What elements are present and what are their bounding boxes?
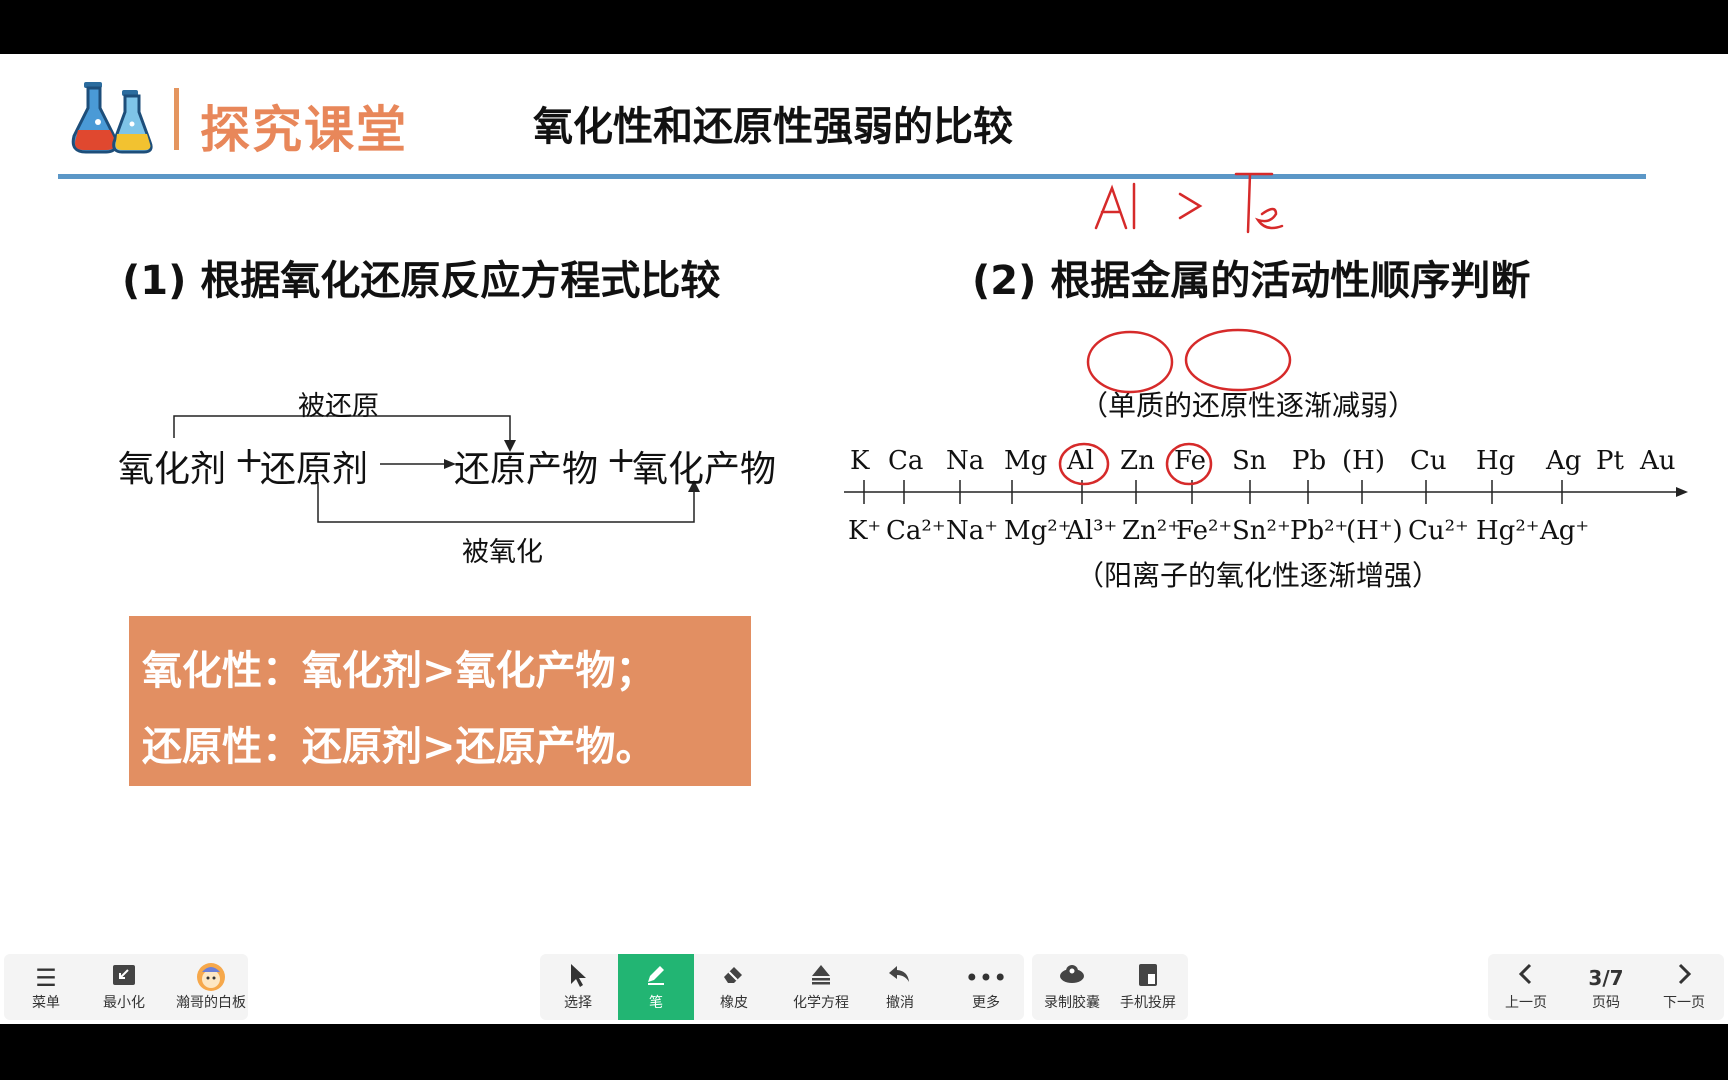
element-hg: Hg	[1476, 446, 1516, 476]
record-icon	[1034, 962, 1110, 994]
ion-cu: Cu²⁺	[1408, 516, 1469, 546]
page-number-label: 页码	[1592, 995, 1620, 1011]
element-au: Au	[1640, 446, 1676, 476]
flask-logo-icon	[71, 82, 153, 154]
conclusion-line-reducing: 还原性：还原剂>还原产物。	[142, 724, 656, 770]
element-zn: Zn	[1120, 446, 1155, 476]
header-rule	[58, 174, 1646, 179]
select-tool-button[interactable]: 选择	[540, 954, 616, 1020]
oxidized-label: 被氧化	[462, 537, 543, 568]
logo-separator	[174, 88, 179, 150]
oxidant-text: 氧化剂	[118, 449, 227, 490]
ion-hg: Hg²⁺	[1476, 516, 1540, 546]
cursor-icon	[540, 962, 616, 994]
chevron-right-icon	[1646, 962, 1722, 994]
next-page-button[interactable]: 下一页	[1646, 954, 1722, 1020]
left-section-heading: (1) 根据氧化还原反应方程式比较	[122, 258, 721, 304]
drawing-tool-group: 选择 笔 橡皮 化学方程 撤消 ••• 更多	[540, 954, 1024, 1020]
reductant-text: 还原剂	[260, 449, 369, 490]
whiteboard-profile-button[interactable]: 瀚哥的白板	[166, 954, 256, 1020]
ion-al: Al³⁺	[1066, 516, 1118, 546]
element-al: Al	[1067, 446, 1095, 476]
ion-h: (H⁺)	[1346, 516, 1403, 546]
menu-button[interactable]: ☰ 菜单	[8, 954, 84, 1020]
element-k: K	[850, 446, 870, 476]
next-page-label: 下一页	[1663, 995, 1705, 1011]
phone-cast-icon	[1110, 962, 1186, 994]
element-pb: Pb	[1292, 446, 1327, 476]
element-fe: Fe	[1174, 446, 1207, 476]
minimize-icon	[86, 962, 162, 994]
prev-page-button[interactable]: 上一页	[1488, 954, 1564, 1020]
ion-sn: Sn²⁺	[1232, 516, 1291, 546]
conclusion-box: 氧化性：氧化剂>氧化产物； 还原性：还原剂>还原产物。	[129, 616, 751, 786]
brand-title: 探究课堂	[200, 101, 408, 159]
page-indicator[interactable]: 3/7 页码	[1568, 954, 1644, 1020]
page-number: 3/7	[1588, 966, 1624, 990]
undo-label: 撤消	[886, 995, 914, 1011]
activity-series: （单质的还原性逐渐减弱） K Ca Na Mg Al Zn Fe Sn Pb (…	[840, 384, 1700, 594]
element-ag: Ag	[1546, 446, 1582, 476]
slide: 探究课堂 氧化性和还原性强弱的比较 (1) 根据氧化还原反应方程式比较 (2) …	[0, 54, 1728, 954]
ion-na: Na⁺	[946, 516, 998, 546]
ion-ca: Ca²⁺	[886, 516, 946, 546]
ion-fe: Fe²⁺	[1176, 516, 1233, 546]
eraser-tool-button[interactable]: 橡皮	[696, 954, 772, 1020]
minimize-button[interactable]: 最小化	[86, 954, 162, 1020]
left-tool-group: ☰ 菜单 最小化 瀚哥的白板	[4, 954, 248, 1020]
element-pt: Pt	[1596, 446, 1624, 476]
more-button[interactable]: ••• 更多	[948, 954, 1024, 1020]
more-label: 更多	[972, 995, 1000, 1011]
element-h: (H)	[1342, 446, 1385, 476]
bottom-caption: （阳离子的氧化性逐渐增强）	[1076, 559, 1441, 592]
phone-cast-button[interactable]: 手机投屏	[1110, 954, 1186, 1020]
record-label: 录制胶囊	[1044, 995, 1100, 1011]
element-sn: Sn	[1232, 446, 1267, 476]
ion-zn: Zn²⁺	[1122, 516, 1181, 546]
minimize-label: 最小化	[103, 995, 145, 1011]
pen-icon	[618, 962, 694, 994]
menu-icon: ☰	[35, 964, 57, 992]
pen-tool-button[interactable]: 笔	[618, 954, 694, 1020]
element-cu: Cu	[1410, 446, 1447, 476]
reduced-label: 被还原	[298, 391, 379, 422]
pen-label: 笔	[649, 995, 663, 1011]
eraser-label: 橡皮	[720, 995, 748, 1011]
bottom-toolbar: ☰ 菜单 最小化 瀚哥的白板 选择 笔 橡皮 化学方程 撤消 ••• 更多 录制…	[0, 952, 1728, 1024]
redox-equation-diagram: 被还原 氧化剂 + 还原剂 还原产物 + 氧化产物 被氧化	[108, 384, 798, 604]
undo-icon	[862, 962, 938, 994]
chem-equation-button[interactable]: 化学方程	[778, 954, 864, 1020]
ion-mg: Mg²⁺	[1004, 516, 1072, 546]
avatar-icon	[166, 962, 256, 994]
undo-button[interactable]: 撤消	[862, 954, 938, 1020]
pager-group: 上一页 3/7 页码 下一页	[1488, 954, 1724, 1020]
chem-equation-label: 化学方程	[793, 995, 849, 1011]
extra-tool-group: 录制胶囊 手机投屏	[1032, 954, 1188, 1020]
ion-pb: Pb²⁺	[1290, 516, 1349, 546]
equation-arrows	[173, 415, 700, 523]
slide-title: 氧化性和还原性强弱的比较	[533, 104, 1013, 150]
record-capsule-button[interactable]: 录制胶囊	[1034, 954, 1110, 1020]
element-ca: Ca	[888, 446, 924, 476]
oxidized-product-text: 氧化产物	[632, 449, 777, 490]
more-icon: •••	[964, 964, 1008, 992]
menu-label: 菜单	[32, 995, 60, 1011]
ion-ag: Ag⁺	[1540, 516, 1590, 546]
chevron-left-icon	[1488, 962, 1564, 994]
ion-k: K⁺	[848, 516, 882, 546]
conclusion-line-oxidizing: 氧化性：氧化剂>氧化产物；	[142, 648, 656, 694]
profile-label: 瀚哥的白板	[176, 995, 246, 1011]
select-label: 选择	[564, 995, 592, 1011]
eraser-icon	[696, 962, 772, 994]
reduced-product-text: 还原产物	[454, 449, 599, 490]
prev-page-label: 上一页	[1505, 995, 1547, 1011]
phone-cast-label: 手机投屏	[1120, 995, 1176, 1011]
element-na: Na	[946, 446, 985, 476]
right-section-heading: (2) 根据金属的活动性顺序判断	[972, 258, 1531, 304]
element-mg: Mg	[1004, 446, 1048, 476]
equation-icon	[778, 962, 864, 994]
